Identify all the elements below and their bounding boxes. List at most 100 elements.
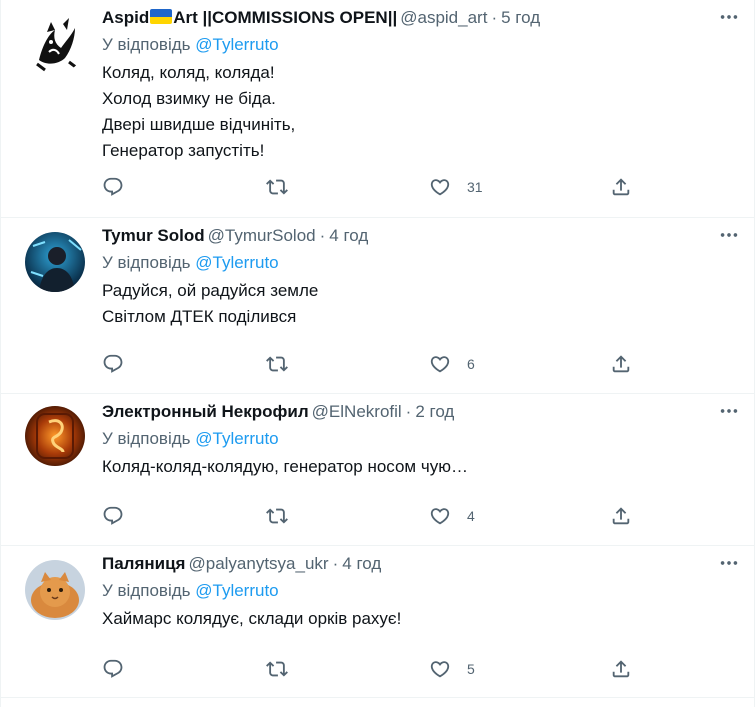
tweet-text-line: Світлом ДТЕК поділився: [102, 307, 297, 326]
share-button[interactable]: [610, 172, 632, 202]
display-name[interactable]: Tymur Solod: [102, 226, 205, 245]
more-button[interactable]: [718, 400, 748, 426]
reply-prefix: У відповідь: [102, 35, 191, 54]
reply-context: У відповідь @Tylerruto: [102, 579, 734, 603]
like-count: 31: [467, 179, 483, 195]
like-icon: [429, 176, 451, 198]
like-count: 5: [467, 661, 475, 677]
like-count: 4: [467, 508, 475, 524]
like-icon: [429, 658, 451, 680]
like-button[interactable]: 31: [429, 172, 483, 202]
tweet-actions: 4: [102, 501, 642, 531]
like-icon: [429, 353, 451, 375]
reply-prefix: У відповідь: [102, 253, 191, 272]
tweet-content: Паляниця @palyanytsya_ukr · 4 год У відпові…: [102, 552, 734, 632]
tweet-text: Коляд-коляд-колядую, генератор носом чую…: [102, 454, 734, 480]
tweet-actions: 6: [102, 349, 642, 379]
tweet-text: Хаймарс колядує, склади орків рахує!: [102, 606, 734, 632]
reply-icon: [102, 176, 124, 198]
tweet-actions: 5: [102, 654, 642, 684]
like-button[interactable]: 4: [429, 501, 475, 531]
more-button[interactable]: [718, 6, 748, 32]
display-name-part: Aspid: [102, 8, 150, 27]
tweet-text-line: Двері швидше відчиніть,: [102, 115, 296, 134]
reply-icon: [102, 353, 124, 375]
tweet-text: Радуйся, ой радуйся земле Світлом ДТЕК п…: [102, 278, 734, 330]
avatar[interactable]: [25, 406, 85, 466]
retweet-icon: [266, 658, 288, 680]
share-button[interactable]: [610, 501, 632, 531]
more-button[interactable]: [718, 224, 748, 250]
avatar[interactable]: [25, 232, 85, 292]
reply-button[interactable]: [102, 172, 124, 202]
reply-prefix: У відповідь: [102, 581, 191, 600]
user-handle[interactable]: @ElNekrofil: [312, 402, 402, 421]
share-button[interactable]: [610, 349, 632, 379]
share-icon: [610, 176, 632, 198]
retweet-icon: [266, 176, 288, 198]
reply-context: У відповідь @Tylerruto: [102, 33, 734, 57]
more-button[interactable]: [718, 552, 748, 578]
tweet-content: Tymur Solod @TymurSolod · 4 год У відповідь…: [102, 224, 734, 330]
tweet-text-line: Радуйся, ой радуйся земле: [102, 281, 319, 300]
tweet-header: Tymur Solod @TymurSolod · 4 год: [102, 224, 734, 248]
like-button[interactable]: 6: [429, 349, 475, 379]
display-name-part: Art ||COMMISSIONS OPEN||: [173, 8, 398, 27]
avatar[interactable]: [25, 560, 85, 620]
retweet-button[interactable]: [266, 501, 288, 531]
tweet-content: Электронный Некрофил @ElNekrofil · 2 год У …: [102, 400, 734, 480]
avatar[interactable]: [25, 14, 85, 74]
tweet-text-line: Коляд-коляд-колядую, генератор носом чую…: [102, 457, 468, 476]
timestamp[interactable]: 4 год: [329, 226, 368, 245]
ukraine-flag-icon: [150, 9, 173, 24]
tweet[interactable]: Электронный Некрофил @ElNekrofil · 2 год У …: [1, 394, 754, 546]
more-icon: [718, 552, 740, 574]
reply-mention-link[interactable]: @Tylerruto: [195, 253, 278, 272]
share-icon: [610, 505, 632, 527]
reply-mention-link[interactable]: @Tylerruto: [195, 429, 278, 448]
separator: ·: [405, 402, 412, 421]
reply-mention-link[interactable]: @Tylerruto: [195, 581, 278, 600]
retweet-icon: [266, 505, 288, 527]
tweet-actions: 31: [102, 172, 642, 202]
user-handle[interactable]: @aspid_art: [400, 8, 487, 27]
share-icon: [610, 353, 632, 375]
display-name[interactable]: Aspid Art ||COMMISSIONS OPEN||: [102, 8, 397, 27]
reply-button[interactable]: [102, 349, 124, 379]
share-icon: [610, 658, 632, 680]
tweet-text-line: Холод взимку не біда.: [102, 89, 276, 108]
tweet-header: Паляниця @palyanytsya_ukr · 4 год: [102, 552, 734, 576]
tweet-text: Коляд, коляд, коляда! Холод взимку не бі…: [102, 60, 734, 164]
more-icon: [718, 400, 740, 422]
more-icon: [718, 224, 740, 246]
user-handle[interactable]: @palyanytsya_ukr: [188, 554, 328, 573]
retweet-button[interactable]: [266, 654, 288, 684]
display-name[interactable]: Паляниця: [102, 554, 185, 573]
separator: ·: [319, 226, 326, 245]
more-icon: [718, 6, 740, 28]
tweet[interactable]: Aspid Art ||COMMISSIONS OPEN|| @aspid_art ·…: [1, 0, 754, 218]
tweet-text-line: Коляд, коляд, коляда!: [102, 63, 275, 82]
tweet-header: Aspid Art ||COMMISSIONS OPEN|| @aspid_art ·…: [102, 6, 734, 30]
retweet-button[interactable]: [266, 349, 288, 379]
tweet-text-line: Генератор запустіть!: [102, 141, 265, 160]
reply-icon: [102, 658, 124, 680]
timestamp[interactable]: 4 год: [342, 554, 381, 573]
reply-button[interactable]: [102, 654, 124, 684]
tweet[interactable]: Tymur Solod @TymurSolod · 4 год У відповідь…: [1, 218, 754, 394]
reply-context: У відповідь @Tylerruto: [102, 251, 734, 275]
timestamp[interactable]: 5 год: [501, 8, 540, 27]
retweet-button[interactable]: [266, 172, 288, 202]
reply-mention-link[interactable]: @Tylerruto: [195, 35, 278, 54]
like-icon: [429, 505, 451, 527]
like-button[interactable]: 5: [429, 654, 475, 684]
tweet-content: Aspid Art ||COMMISSIONS OPEN|| @aspid_art ·…: [102, 6, 734, 164]
tweet[interactable]: Паляниця @palyanytsya_ukr · 4 год У відпові…: [1, 546, 754, 698]
user-handle[interactable]: @TymurSolod: [208, 226, 316, 245]
display-name[interactable]: Электронный Некрофил: [102, 402, 309, 421]
timestamp[interactable]: 2 год: [415, 402, 454, 421]
tweet-header: Электронный Некрофил @ElNekrofil · 2 год: [102, 400, 734, 424]
reply-button[interactable]: [102, 501, 124, 531]
tweet-text-line: Хаймарс колядує, склади орків рахує!: [102, 609, 402, 628]
share-button[interactable]: [610, 654, 632, 684]
